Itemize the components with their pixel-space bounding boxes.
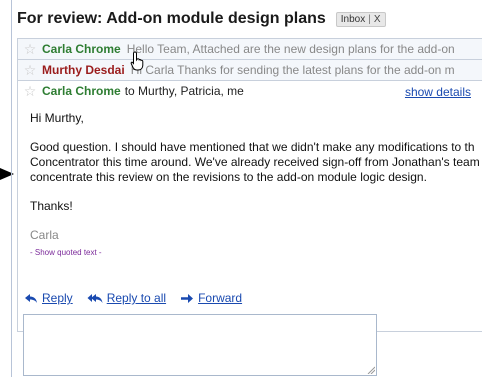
recipients-line: to Murthy, Patricia, me (124, 84, 244, 98)
reply-all-icon (87, 293, 103, 303)
hand-cursor-icon (130, 51, 144, 71)
resize-grip-icon[interactable] (367, 366, 375, 374)
reply-label: Reply (42, 291, 73, 305)
body-line: concentrate this review on the revisions… (30, 170, 427, 184)
message-body: Hi Murthy, Good question. I should have … (30, 111, 482, 260)
remove-label-button[interactable]: X (374, 14, 381, 25)
message-sender: Murthy Desdai (42, 63, 125, 77)
forward-button[interactable]: Forward (180, 291, 242, 305)
message-sender: Carla Chrome (42, 84, 121, 98)
greeting: Hi Murthy, (30, 111, 84, 125)
subject-title: For review: Add-on module design plans (17, 10, 326, 27)
body-paragraph: Good question. I should have mentioned t… (30, 140, 482, 185)
reply-textarea[interactable] (23, 314, 377, 376)
forward-icon (181, 293, 194, 303)
show-quoted-text-link[interactable]: - Show quoted text - (30, 245, 482, 260)
reply-actions: Reply Reply to all Forward (24, 291, 242, 305)
label-name: Inbox (340, 13, 366, 25)
signature: Carla (30, 228, 59, 242)
subject-row: For review: Add-on module design plans I… (17, 10, 386, 28)
star-icon[interactable]: ☆ (18, 83, 42, 100)
body-line: Concentrator this time around. We've alr… (30, 155, 480, 169)
message-pane: For review: Add-on module design plans I… (11, 0, 482, 377)
reply-all-button[interactable]: Reply to all (87, 291, 166, 305)
star-icon[interactable]: ☆ (18, 41, 42, 58)
star-icon[interactable]: ☆ (18, 62, 42, 79)
reply-button[interactable]: Reply (24, 291, 73, 305)
message-snippet: Hello Team, Attached are the new design … (126, 42, 455, 56)
message-sender: Carla Chrome (42, 42, 121, 56)
show-details-link[interactable]: show details (405, 85, 471, 99)
label-separator: | (368, 13, 371, 25)
conversation-thread: ☆ Carla Chrome Hello Team, Attached are … (17, 38, 482, 332)
collapsed-message[interactable]: ☆ Carla Chrome Hello Team, Attached are … (17, 38, 482, 59)
collapsed-message[interactable]: ☆ Murthy Desdai Hi Carla Thanks for send… (17, 59, 482, 80)
inbox-label-chip[interactable]: Inbox | X (335, 11, 386, 27)
message-snippet: Hi Carla Thanks for sending the latest p… (130, 63, 455, 77)
body-line: Good question. I should have mentioned t… (30, 140, 475, 154)
reply-icon (25, 293, 37, 303)
reply-all-label: Reply to all (106, 291, 167, 305)
closing: Thanks! (30, 199, 73, 213)
forward-label: Forward (198, 291, 243, 305)
